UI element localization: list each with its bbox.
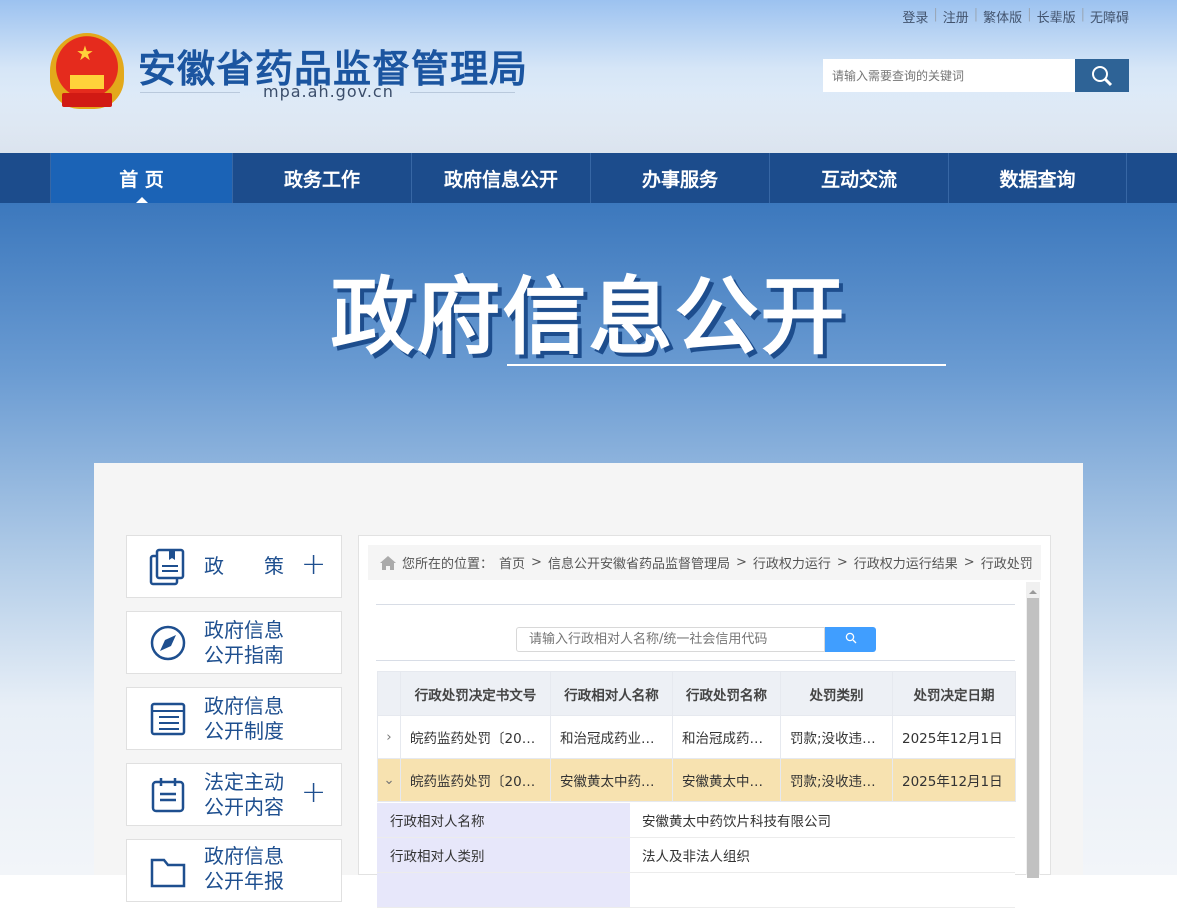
elder-link[interactable]: 长辈版	[1037, 7, 1076, 26]
compass-icon	[150, 625, 186, 661]
scrollbar[interactable]	[1026, 582, 1040, 878]
breadcrumb-item[interactable]: 行政权力运行结果	[854, 553, 958, 572]
breadcrumb-current[interactable]: 行政处罚	[981, 553, 1033, 572]
breadcrumb-item[interactable]: 行政权力运行	[753, 553, 831, 572]
column-header: 处罚决定日期	[892, 671, 1016, 716]
detail-row: 行政相对人类别 法人及非法人组织	[377, 838, 1015, 873]
main-nav: 首 页 政务工作 政府信息公开 办事服务 互动交流 数据查询	[0, 153, 1177, 203]
table-cell: 和治冠成药品案	[672, 715, 781, 759]
detail-value	[630, 873, 1015, 907]
national-emblem-logo: ★	[50, 33, 124, 109]
accessibility-link[interactable]: 无障碍	[1090, 7, 1129, 26]
site-header: ★ 安徽省药品监督管理局 mpa.ah.gov.cn 登录 | 注册 | 繁体版 | …	[0, 0, 1177, 153]
table-cell: 罚款;没收违法所得	[780, 758, 893, 802]
sidebar-item-system[interactable]: 政府信息公开制度	[126, 687, 342, 750]
top-links: 登录 | 注册 | 繁体版 | 长辈版 | 无障碍	[902, 7, 1129, 26]
plus-icon[interactable]: +	[301, 778, 326, 808]
nav-home[interactable]: 首 页	[50, 153, 232, 203]
sidebar-item-policy[interactable]: 政 策 +	[126, 535, 342, 598]
nav-interaction[interactable]: 互动交流	[769, 153, 948, 203]
login-link[interactable]: 登录	[902, 7, 928, 26]
banner-underline	[507, 364, 946, 366]
list-icon	[150, 702, 186, 736]
book-icon	[149, 548, 185, 586]
penalty-table: 行政处罚决定书文号 行政相对人名称 行政处罚名称 处罚类别 处罚决定日期 › 皖…	[377, 671, 1016, 802]
site-domain: mpa.ah.gov.cn	[263, 82, 394, 101]
detail-value: 法人及非法人组织	[630, 838, 1015, 872]
column-header: 行政处罚名称	[672, 671, 781, 716]
breadcrumb: 您所在的位置： 首页 > 信息公开安徽省药品监督管理局 > 行政权力运行 > 行政权力…	[368, 545, 1041, 580]
nav-data-query[interactable]: 数据查询	[948, 153, 1127, 203]
site-search-input[interactable]	[823, 59, 1075, 92]
column-header: 处罚类别	[780, 671, 893, 716]
nav-services[interactable]: 办事服务	[590, 153, 769, 203]
divider	[410, 92, 515, 93]
detail-label: 行政相对人名称	[377, 803, 630, 837]
breadcrumb-home[interactable]: 首页	[499, 553, 525, 572]
nav-info-disclosure[interactable]: 政府信息公开	[411, 153, 590, 203]
chevron-down-icon[interactable]: ⌄	[377, 758, 401, 802]
nav-government-work[interactable]: 政务工作	[232, 153, 411, 203]
table-search-button[interactable]	[825, 627, 876, 652]
sidebar-item-label: 政府信息公开制度	[204, 693, 284, 743]
detail-label	[377, 873, 630, 907]
breadcrumb-prefix: 您所在的位置：	[402, 557, 494, 572]
plus-icon[interactable]: +	[301, 550, 326, 580]
chevron-right-icon[interactable]: ›	[377, 715, 401, 759]
clipboard-icon	[151, 778, 185, 813]
sidebar-item-annual-report[interactable]: 政府信息公开年报	[126, 839, 342, 902]
detail-label: 行政相对人类别	[377, 838, 630, 872]
expand-column-header	[377, 671, 401, 716]
breadcrumb-item[interactable]: 信息公开安徽省药品监督管理局	[548, 553, 730, 572]
sidebar-item-statutory[interactable]: 法定主动公开内容 +	[126, 763, 342, 826]
table-cell: 罚款;没收违法所得	[780, 715, 893, 759]
divider	[376, 660, 1015, 661]
site-search	[823, 59, 1129, 92]
sidebar-item-guide[interactable]: 政府信息公开指南	[126, 611, 342, 674]
home-icon	[380, 555, 396, 570]
divider	[376, 604, 1015, 605]
sidebar-item-label: 政府信息公开指南	[204, 617, 284, 667]
traditional-link[interactable]: 繁体版	[983, 7, 1022, 26]
sidebar-item-label: 政 策	[204, 554, 284, 578]
table-cell: 和治冠成药业有限公司	[550, 715, 673, 759]
detail-row	[377, 873, 1015, 908]
detail-value: 安徽黄太中药饮片科技有限公司	[630, 803, 1015, 837]
scroll-up-arrow[interactable]	[1029, 586, 1037, 594]
site-search-button[interactable]	[1075, 59, 1129, 92]
column-header: 行政相对人名称	[550, 671, 673, 716]
table-cell: 皖药监药处罚〔2025〕	[400, 758, 551, 802]
detail-row: 行政相对人名称 安徽黄太中药饮片科技有限公司	[377, 803, 1015, 838]
folder-icon	[150, 858, 186, 888]
table-cell: 皖药监药处罚〔2025〕	[400, 715, 551, 759]
table-cell: 安徽黄太中药案	[672, 758, 781, 802]
table-row-expanded[interactable]: ⌄ 皖药监药处罚〔2025〕 安徽黄太中药饮片科技有限公司 安徽黄太中药案 罚款…	[377, 758, 1016, 802]
table-search-input[interactable]	[516, 627, 825, 652]
table-cell: 2025年12月1日	[892, 715, 1016, 759]
search-icon	[1092, 65, 1113, 86]
mountain-backdrop	[0, 93, 1177, 153]
table-cell: 2025年12月1日	[892, 758, 1016, 802]
scrollbar-thumb[interactable]	[1027, 598, 1039, 878]
sidebar-item-label: 政府信息公开年报	[204, 844, 284, 893]
sidebar-item-label: 法定主动公开内容	[204, 769, 284, 819]
banner-title: 政府信息公开	[330, 268, 847, 366]
divider	[140, 92, 240, 93]
column-header: 行政处罚决定书文号	[400, 671, 551, 716]
register-link[interactable]: 注册	[943, 7, 969, 26]
table-cell: 安徽黄太中药饮片科技有限公司	[550, 758, 673, 802]
table-header-row: 行政处罚决定书文号 行政相对人名称 行政处罚名称 处罚类别 处罚决定日期	[377, 671, 1016, 716]
search-icon	[845, 632, 856, 644]
table-row[interactable]: › 皖药监药处罚〔2025〕 和治冠成药业有限公司 和治冠成药品案 罚款;没收违…	[377, 715, 1016, 759]
table-search	[516, 627, 876, 652]
